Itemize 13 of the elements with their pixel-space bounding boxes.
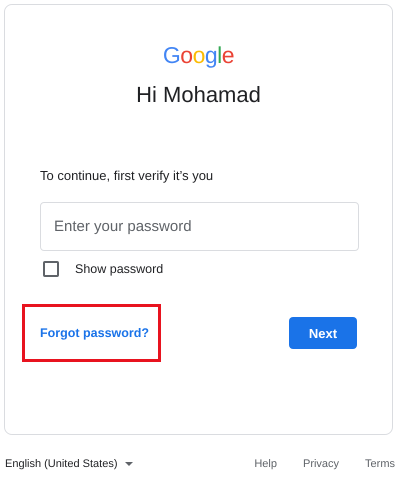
next-button[interactable]: Next	[289, 317, 357, 349]
verify-prompt: To continue, first verify it’s you	[40, 168, 214, 184]
footer-link[interactable]: Terms	[365, 458, 395, 470]
google-logo: Google	[162, 41, 234, 69]
caret-icon	[124, 462, 132, 466]
footer-link[interactable]: Help	[254, 458, 277, 470]
password-field[interactable]: Enter your password	[40, 202, 359, 251]
show-password-label: Show password	[75, 262, 164, 276]
forgot-password-link[interactable]: Forgot password?	[40, 326, 150, 340]
language-selector[interactable]: English (United States)	[5, 458, 132, 470]
footer-link[interactable]: Privacy	[302, 458, 340, 470]
greeting-heading: Hi Mohamad	[136, 81, 261, 109]
show-password-checkbox[interactable]	[43, 261, 59, 277]
